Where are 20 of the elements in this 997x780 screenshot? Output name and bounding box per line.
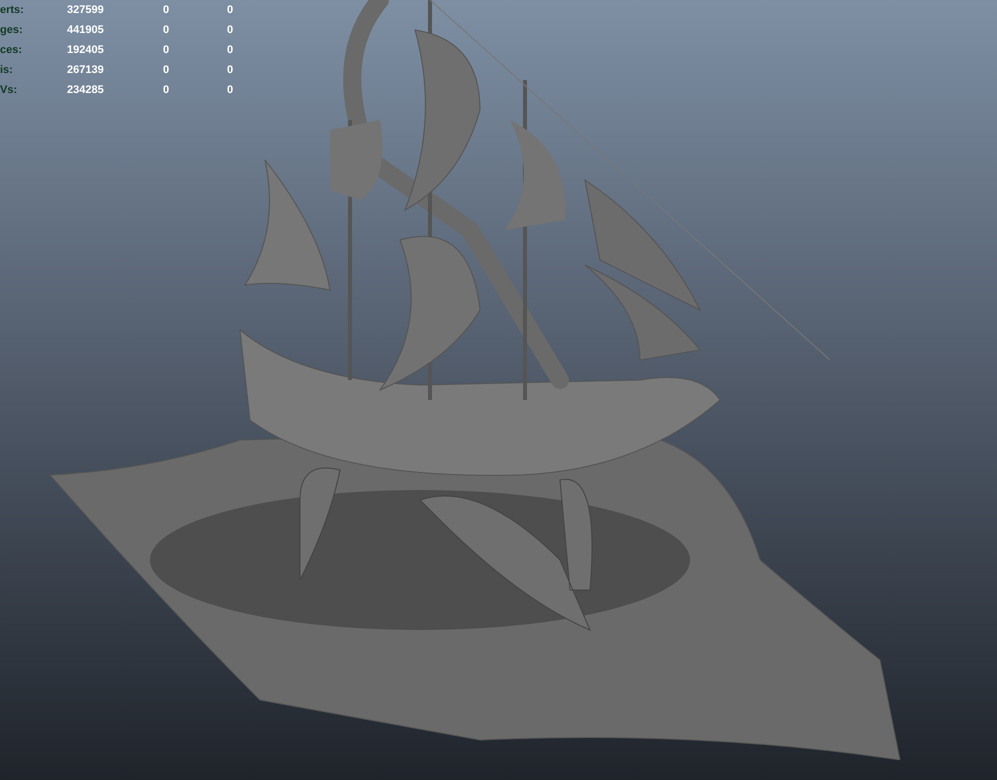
stat-label: ges: xyxy=(0,22,24,38)
stat-value: 0 xyxy=(163,62,170,78)
stat-value: 0 xyxy=(163,2,170,18)
stat-value: 267139 xyxy=(67,62,105,78)
stat-value: 234285 xyxy=(67,82,105,98)
stat-value: 441905 xyxy=(67,22,105,38)
stat-value: 0 xyxy=(163,82,170,98)
stat-value: 0 xyxy=(227,82,234,98)
stat-label: Vs: xyxy=(0,82,18,98)
stat-label: ces: xyxy=(0,42,24,58)
stat-label: is: xyxy=(0,62,14,78)
stat-value: 0 xyxy=(227,2,234,18)
stat-value: 0 xyxy=(163,42,170,58)
stat-value: 0 xyxy=(227,42,234,58)
stat-value: 0 xyxy=(227,62,234,78)
stat-value: 327599 xyxy=(67,2,105,18)
stat-value: 192405 xyxy=(67,42,105,58)
stat-value: 0 xyxy=(227,22,234,38)
stat-value: 0 xyxy=(163,22,170,38)
stat-label: erts: xyxy=(0,2,25,18)
